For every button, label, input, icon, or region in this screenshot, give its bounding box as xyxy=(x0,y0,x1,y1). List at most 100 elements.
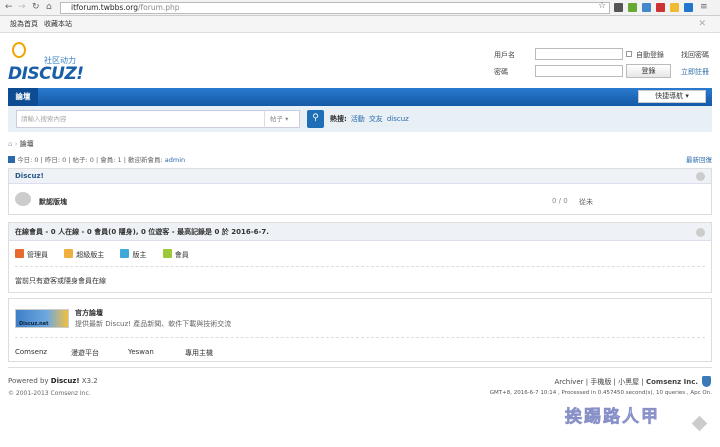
super-mod-icon xyxy=(64,249,74,258)
version: X3.2 xyxy=(79,377,98,385)
divider xyxy=(15,337,705,338)
hot-link[interactable]: discuz xyxy=(387,115,409,123)
site-logo[interactable]: 社区动力 DISCUZ! xyxy=(8,42,108,84)
login-button[interactable]: 登錄 xyxy=(626,64,671,78)
star-icon[interactable]: ☆ xyxy=(598,1,606,11)
footer-links: Archiver | 手機版 | 小黑屋 | Comsenz Inc. xyxy=(554,378,698,386)
search-bar: 請輸入搜索內容 帖子 ▾ ⚲ 熱搜: 活動 交友 discuz xyxy=(8,106,712,132)
password-input[interactable] xyxy=(535,65,623,77)
quick-nav-label: 快捷導航 xyxy=(655,92,684,100)
register-link[interactable]: 立即註冊 xyxy=(681,67,709,77)
powered-by: Powered by Discuz! X3.2 xyxy=(8,377,98,385)
breadcrumb-current[interactable]: 論壇 xyxy=(20,140,34,148)
stat-posts: 帖子: 0 xyxy=(72,156,94,164)
gmail-icon[interactable] xyxy=(656,3,665,12)
friend-link[interactable]: 專用主機 xyxy=(185,348,213,358)
extension-icon[interactable] xyxy=(684,3,693,12)
stat-today: 今日: 0 xyxy=(17,156,39,164)
category-header: Discuz! xyxy=(9,169,711,184)
back-icon[interactable]: ← xyxy=(5,2,13,12)
logo-text: DISCUZ! xyxy=(8,64,84,84)
footer-divider xyxy=(8,367,712,368)
auto-login-label: 自動登錄 xyxy=(636,51,664,59)
quick-nav-button[interactable]: 快捷導航 ▾ xyxy=(638,90,706,103)
url-path: /forum.php xyxy=(137,3,180,12)
bookmark-link[interactable]: 收藏本站 xyxy=(44,20,72,28)
links-box: Discuz.net 官方論壇 提供最新 Discuz! 產品新聞、軟件下載與技… xyxy=(8,298,712,362)
legend-label: 會員 xyxy=(174,251,189,259)
scroll-top-icon[interactable] xyxy=(691,415,708,432)
breadcrumb: ⌂ › 論壇 xyxy=(8,140,34,148)
discuz-link[interactable]: Discuz! xyxy=(51,377,80,385)
legend: 管理員 超級版主 版主 會員 xyxy=(15,249,189,260)
username-input[interactable] xyxy=(535,48,623,60)
category-title[interactable]: Discuz! xyxy=(15,172,44,180)
legend-label: 超級版主 xyxy=(76,251,105,259)
online-box: 在線會員 - 0 人在線 - 0 會員(0 隱身), 0 位遊客 - 最高記錄是… xyxy=(8,222,712,293)
forum-icon xyxy=(15,192,31,206)
set-homepage-link[interactable]: 設為首頁 xyxy=(10,20,38,28)
forward-icon[interactable]: → xyxy=(18,2,26,12)
mod-icon xyxy=(120,249,130,258)
official-forum-link[interactable]: 官方論壇 xyxy=(75,308,103,318)
hot-link[interactable]: 交友 xyxy=(369,115,383,123)
newest-member-link[interactable]: admin xyxy=(165,156,185,164)
password-label: 密碼 xyxy=(494,68,508,76)
watermark: 挨踢路人甲 xyxy=(565,407,660,428)
welcome-label: 歡迎新會員: xyxy=(128,156,165,164)
search-type-value: 帖子 xyxy=(270,115,283,123)
footer-info: GMT+8, 2016-6-7 10:14 , Processed in 0.4… xyxy=(489,390,712,396)
shield-icon[interactable] xyxy=(702,376,711,387)
legend-label: 版主 xyxy=(132,251,147,259)
reload-icon[interactable]: ↻ xyxy=(32,2,40,12)
discuz-net-logo[interactable]: Discuz.net xyxy=(15,309,69,328)
forum-last-post: 從未 xyxy=(579,198,593,206)
blacklist-link[interactable]: 小黑屋 xyxy=(618,378,639,386)
mobile-link[interactable]: 手機版 xyxy=(590,378,611,386)
archiver-link[interactable]: Archiver xyxy=(554,378,583,386)
forgot-password-link[interactable]: 找回密碼 xyxy=(681,50,709,60)
online-header: 在線會員 - 0 人在線 - 0 會員(0 隱身), 0 位遊客 - 最高記錄是… xyxy=(9,223,711,241)
latest-reply-link[interactable]: 最新回復 xyxy=(686,154,712,164)
extension-icon[interactable] xyxy=(614,3,623,12)
online-note: 當前只有遊客或隱身會員在線 xyxy=(15,277,106,285)
search-type-select[interactable]: 帖子 ▾ xyxy=(264,110,300,128)
collapse-icon[interactable] xyxy=(696,172,705,181)
menu-icon[interactable]: ≡ xyxy=(700,2,708,12)
friend-link[interactable]: 漫遊平台 xyxy=(71,348,99,358)
hot-label: 熱搜: xyxy=(330,115,347,123)
username-label: 用戶名 xyxy=(494,51,515,59)
category-box: Discuz! 默認版塊 0 / 0 從未 xyxy=(8,168,712,215)
copyright: © 2001-2013 Comsenz Inc. xyxy=(8,390,91,397)
top-bar: 設為首頁 收藏本站 ✕ xyxy=(0,16,720,33)
logo-text: Discuz.net xyxy=(19,321,49,327)
home-icon[interactable]: ⌂ xyxy=(46,2,52,12)
stats-bar: 今日: 0 | 昨日: 0 | 帖子: 0 | 會員: 1 | 歡迎新會員: a… xyxy=(8,154,712,164)
bulb-icon xyxy=(12,42,26,58)
online-title[interactable]: 在線會員 - 0 人在線 - 0 會員(0 隱身), 0 位遊客 - 最高記錄是… xyxy=(15,228,269,236)
forum-counts: 0 / 0 xyxy=(552,197,568,205)
friend-link[interactable]: Yeswan xyxy=(128,348,154,356)
search-input[interactable]: 請輸入搜索內容 xyxy=(16,110,272,128)
stat-yesterday: 昨日: 0 xyxy=(44,156,67,164)
address-bar[interactable]: itforum.twbbs.org/forum.php xyxy=(60,2,610,14)
stat-members: 會員: 1 xyxy=(100,156,122,164)
search-button[interactable]: ⚲ xyxy=(307,110,324,128)
friend-link[interactable]: Comsenz xyxy=(15,348,47,356)
home-icon[interactable]: ⌂ xyxy=(8,140,12,148)
nav-tab-forum[interactable]: 論壇 xyxy=(8,88,38,106)
comsenz-link[interactable]: Comsenz Inc. xyxy=(646,378,698,386)
close-icon[interactable]: ✕ xyxy=(698,16,706,33)
extension-icon[interactable] xyxy=(670,3,679,12)
extension-icon[interactable] xyxy=(642,3,651,12)
auto-login-checkbox[interactable] xyxy=(626,51,632,57)
forum-name-link[interactable]: 默認版塊 xyxy=(39,197,67,207)
collapse-icon[interactable] xyxy=(696,228,705,237)
main-nav: 論壇 快捷導航 ▾ xyxy=(8,88,712,106)
hot-link[interactable]: 活動 xyxy=(351,115,365,123)
divider xyxy=(15,266,705,267)
powered-label: Powered by xyxy=(8,377,51,385)
chart-icon xyxy=(8,156,15,163)
official-forum-desc: 提供最新 Discuz! 產品新聞、軟件下載與技術交流 xyxy=(75,320,232,328)
extension-icon[interactable] xyxy=(628,3,637,12)
